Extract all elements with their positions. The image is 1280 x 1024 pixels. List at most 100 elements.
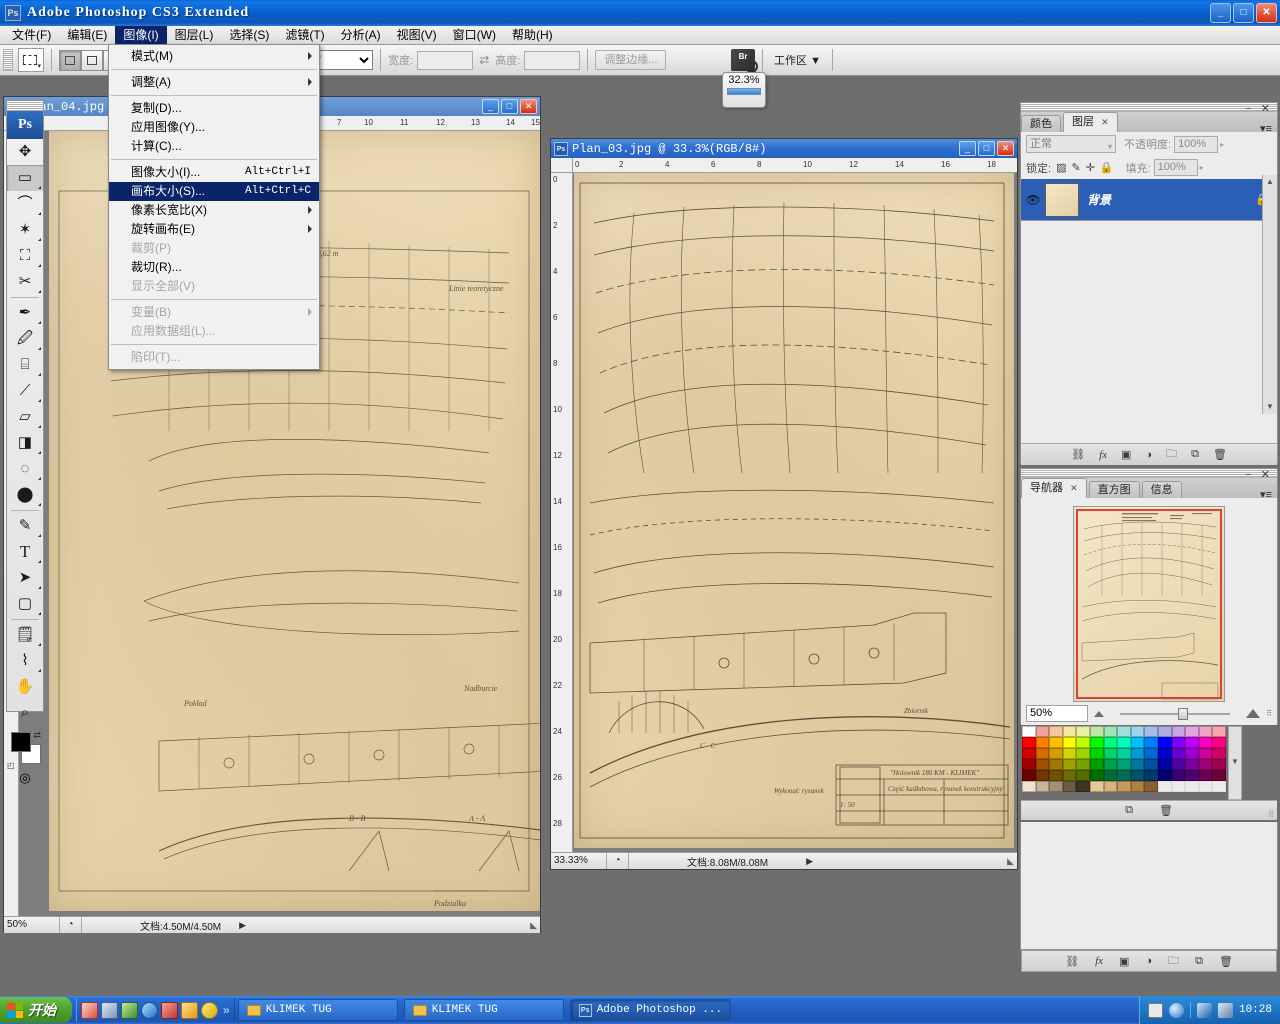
color-swatch[interactable] bbox=[1130, 737, 1145, 748]
layer-name[interactable]: 背景 bbox=[1087, 191, 1111, 208]
document-maximize-button[interactable]: □ bbox=[978, 141, 995, 156]
active-tool-preview-icon[interactable]: ▾ bbox=[18, 48, 44, 72]
layer-mask-icon[interactable]: ▣ bbox=[1119, 955, 1129, 968]
color-swatch[interactable] bbox=[1171, 770, 1186, 781]
color-swatch[interactable] bbox=[1076, 770, 1090, 781]
color-swatch[interactable] bbox=[1158, 726, 1172, 737]
fill-input[interactable]: 100% bbox=[1153, 159, 1198, 176]
color-swatch[interactable] bbox=[1158, 770, 1172, 781]
network-icon[interactable] bbox=[1196, 1002, 1212, 1018]
color-swatch[interactable] bbox=[1049, 726, 1063, 737]
close-button[interactable]: ✕ bbox=[1256, 3, 1277, 23]
document-maximize-button[interactable]: □ bbox=[501, 99, 518, 114]
healing-brush-tool[interactable]: ✒ bbox=[7, 300, 43, 326]
color-swatch[interactable] bbox=[1212, 759, 1226, 770]
color-selector[interactable]: ⇄ ◰ bbox=[7, 730, 43, 770]
panel-menu-icon[interactable]: ▾≡ bbox=[1260, 488, 1272, 501]
menu-item-apply-image[interactable]: 应用图像(Y)... bbox=[109, 118, 319, 137]
layer-style-icon[interactable]: fx bbox=[1095, 955, 1103, 967]
zoom-in-icon[interactable] bbox=[1246, 709, 1261, 718]
color-swatch[interactable] bbox=[1198, 737, 1213, 748]
color-swatch[interactable] bbox=[1062, 726, 1077, 737]
color-swatch[interactable] bbox=[1130, 726, 1145, 737]
new-group-icon[interactable]: 🗀 bbox=[1168, 952, 1179, 971]
hand-tool[interactable]: ✋ bbox=[7, 674, 43, 700]
panel-resize-grip[interactable]: ⠿ bbox=[1268, 810, 1274, 819]
vertical-ruler[interactable]: 0 2 4 6 8 10 12 14 16 18 20 22 24 26 28 bbox=[551, 173, 573, 852]
color-swatch[interactable] bbox=[1022, 748, 1036, 759]
panel-grip[interactable]: − ✕ bbox=[1021, 103, 1277, 115]
color-swatch[interactable] bbox=[1022, 781, 1036, 792]
status-preview-icon[interactable]: ◔ bbox=[60, 917, 82, 933]
color-swatch[interactable] bbox=[1144, 770, 1158, 781]
color-swatch[interactable] bbox=[1090, 726, 1104, 737]
volume-icon[interactable] bbox=[1217, 1002, 1233, 1018]
menu-item-rotate-canvas[interactable]: 旋转画布(E) bbox=[109, 220, 319, 239]
quick-mask-icon[interactable]: ◎ bbox=[7, 770, 43, 790]
lasso-tool[interactable]: ⌒ bbox=[7, 191, 43, 217]
status-popup-arrow[interactable]: ▶ bbox=[806, 856, 817, 867]
path-selection-tool[interactable]: ➤ bbox=[7, 565, 43, 591]
document-minimize-button[interactable]: _ bbox=[959, 141, 976, 156]
color-swatch[interactable] bbox=[1090, 759, 1104, 770]
panel-resize-grip[interactable]: ⠿ bbox=[1266, 709, 1272, 718]
type-tool[interactable]: T bbox=[7, 539, 43, 565]
color-swatch[interactable] bbox=[1062, 781, 1077, 792]
quick-launch-more-icon[interactable]: » bbox=[223, 1003, 230, 1017]
color-swatch[interactable] bbox=[1158, 737, 1172, 748]
color-swatch[interactable] bbox=[1144, 759, 1158, 770]
taskbar-button-photoshop[interactable]: Ps Adobe Photoshop ... bbox=[569, 999, 732, 1021]
horizontal-ruler[interactable]: 0 2 4 6 8 10 12 14 16 18 bbox=[573, 158, 1017, 173]
color-swatch[interactable] bbox=[1035, 737, 1050, 748]
default-colors-icon[interactable]: ◰ bbox=[7, 761, 15, 770]
color-swatch[interactable] bbox=[1076, 781, 1090, 792]
color-swatch[interactable] bbox=[1171, 748, 1186, 759]
link-layers-icon[interactable]: ⛓ bbox=[1071, 448, 1085, 461]
color-swatch[interactable] bbox=[1022, 737, 1036, 748]
slice-tool[interactable]: ✂ bbox=[7, 269, 43, 295]
color-swatch[interactable] bbox=[1212, 770, 1226, 781]
color-swatch[interactable] bbox=[1103, 737, 1118, 748]
layers-scrollbar[interactable]: ▲ ▼ bbox=[1262, 175, 1277, 414]
color-swatch[interactable] bbox=[1130, 781, 1145, 792]
color-swatch[interactable] bbox=[1198, 770, 1213, 781]
menu-filter[interactable]: 滤镜(T) bbox=[277, 26, 332, 45]
panel-menu-icon[interactable]: ▾≡ bbox=[1260, 122, 1272, 135]
gradient-tool[interactable]: ◨ bbox=[7, 430, 43, 456]
menu-window[interactable]: 窗口(W) bbox=[445, 26, 504, 45]
color-swatch[interactable] bbox=[1035, 759, 1050, 770]
menu-select[interactable]: 选择(S) bbox=[221, 26, 277, 45]
refine-edge-button[interactable]: 调整边缘... bbox=[595, 50, 667, 70]
color-swatch[interactable] bbox=[1117, 737, 1131, 748]
color-swatch[interactable] bbox=[1212, 726, 1226, 737]
color-swatch[interactable] bbox=[1198, 726, 1213, 737]
menu-layer[interactable]: 图层(L) bbox=[167, 26, 222, 45]
lock-position-icon[interactable]: ✛ bbox=[1086, 161, 1095, 174]
color-swatch[interactable] bbox=[1144, 737, 1158, 748]
panel-grip[interactable]: − ✕ bbox=[1021, 469, 1277, 481]
color-swatch[interactable] bbox=[1049, 781, 1063, 792]
close-icon[interactable]: ✕ bbox=[1101, 117, 1109, 127]
document-close-button[interactable]: ✕ bbox=[997, 141, 1014, 156]
color-swatch[interactable] bbox=[1212, 748, 1226, 759]
adjustment-layer-icon[interactable]: ◑ bbox=[1145, 955, 1152, 967]
clone-stamp-tool[interactable]: ⌸ bbox=[7, 352, 43, 378]
tab-histogram[interactable]: 直方图 bbox=[1088, 481, 1140, 498]
color-swatch[interactable] bbox=[1185, 759, 1199, 770]
link-layers-icon[interactable]: ⛓ bbox=[1065, 955, 1079, 968]
new-selection-button[interactable] bbox=[59, 49, 81, 71]
color-swatch[interactable] bbox=[1103, 770, 1118, 781]
color-swatch[interactable] bbox=[1035, 770, 1050, 781]
document-window-plan03[interactable]: Ps Plan_03.jpg @ 33.3%(RGB/8#) _ □ ✕ 0 2… bbox=[550, 138, 1018, 870]
tab-navigator[interactable]: 导航器 ✕ bbox=[1021, 478, 1087, 498]
notes-tool[interactable]: 🗒 bbox=[7, 622, 43, 648]
navigator-zoom-input[interactable]: 50% bbox=[1026, 705, 1088, 722]
menu-item-adjustments[interactable]: 调整(A) bbox=[109, 73, 319, 92]
taskbar-clock[interactable]: 10:28 bbox=[1239, 1004, 1272, 1016]
color-swatch[interactable] bbox=[1158, 748, 1172, 759]
tab-layers[interactable]: 图层 ✕ bbox=[1063, 112, 1118, 132]
slider-knob[interactable] bbox=[1177, 707, 1188, 720]
width-input[interactable] bbox=[417, 50, 474, 70]
status-resize-grip[interactable]: ◣ bbox=[530, 920, 540, 931]
menu-image[interactable]: 图像(I) bbox=[115, 25, 167, 45]
